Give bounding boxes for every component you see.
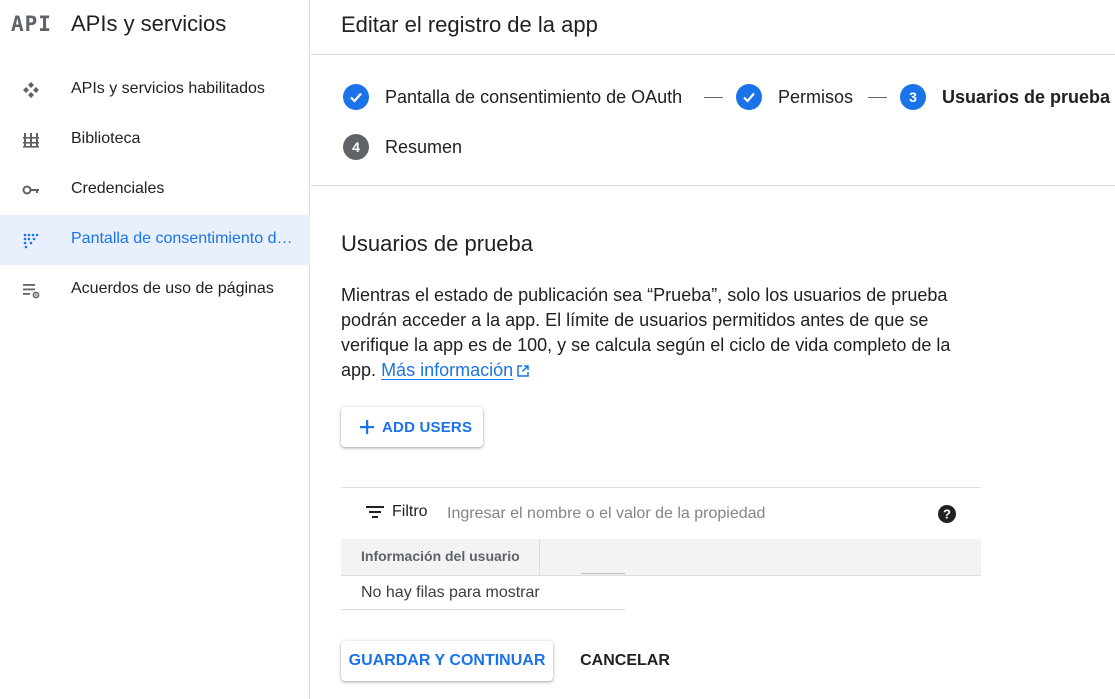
step-consent-screen[interactable]: Pantalla de consentimiento de OAuth [343,83,682,111]
table-header: Información del usuario [341,539,981,576]
filter-icon [366,506,384,518]
step-label: Permisos [778,86,854,107]
step-label: Resumen [385,136,463,157]
table-empty-row: No hay filas para mostrar [341,576,625,610]
sidebar-title: APIs y servicios [71,11,227,36]
section-description: Mientras el estado de publicación sea “P… [341,283,981,383]
sidebar-item-page-usage[interactable]: Acuerdos de uso de páginas [0,265,310,315]
step-test-users[interactable]: 3 Usuarios de prueba [900,83,1110,111]
plus-icon [360,420,374,434]
external-link-icon [517,365,529,377]
key-icon [22,185,39,195]
stepper: Pantalla de consentimiento de OAuth Perm… [311,56,1115,186]
step-connector [704,97,723,98]
more-info-link[interactable]: Más información [381,360,513,380]
column-divider [539,539,540,575]
consent-dots-icon [23,233,39,249]
more-info-link-text: Más información [381,360,514,380]
sidebar-item-credentials[interactable]: Credenciales [0,165,310,215]
api-logo: API [11,12,52,36]
help-icon[interactable]: ? [937,504,957,524]
check-icon [736,84,762,110]
step-summary[interactable]: 4 Resumen [343,133,462,161]
main-header: Editar el registro de la app [311,0,1115,55]
sidebar-item-label: APIs y servicios habilitados [71,80,265,97]
sidebar-item-enabled-apis[interactable]: APIs y servicios habilitados [0,65,310,115]
step-number: 3 [900,84,926,110]
list-settings-icon [23,284,40,299]
sidebar: API APIs y servicios APIs y servicios ha… [0,0,310,699]
sidebar-item-library[interactable]: Biblioteca [0,115,310,165]
save-and-continue-button[interactable]: GUARDAR Y CONTINUAR [341,641,553,681]
add-users-label: ADD USERS [382,418,473,436]
dashboard-diamond-icon [23,82,39,98]
column-resize-handle [581,573,625,574]
step-label: Usuarios de prueba [942,86,1111,107]
sidebar-item-oauth-consent[interactable]: Pantalla de consentimiento de OAuth [0,215,310,265]
cancel-button[interactable]: CANCELAR [569,641,681,681]
library-icon [23,133,39,148]
sidebar-item-label: Biblioteca [71,130,141,147]
empty-table-text: No hay filas para mostrar [361,584,540,601]
sidebar-header: API APIs y servicios [0,0,310,50]
step-connector [868,97,887,98]
page-title: Editar el registro de la app [341,12,598,37]
sidebar-item-label: Pantalla de consentimiento de OAuth [71,230,296,247]
add-users-button[interactable]: ADD USERS [341,407,483,447]
sidebar-item-label: Credenciales [71,180,165,197]
check-icon [343,84,369,110]
step-number: 4 [343,134,369,160]
sidebar-item-label: Acuerdos de uso de páginas [71,280,274,297]
section-title: Usuarios de prueba [341,231,534,256]
filter-bar: Filtro ? [341,487,981,539]
step-label: Pantalla de consentimiento de OAuth [385,86,683,107]
column-header-user-info[interactable]: Información del usuario [361,548,520,564]
step-scopes[interactable]: Permisos [736,83,853,111]
filter-label: Filtro [392,503,428,520]
svg-text:?: ? [943,507,951,522]
filter-input[interactable] [445,500,929,528]
